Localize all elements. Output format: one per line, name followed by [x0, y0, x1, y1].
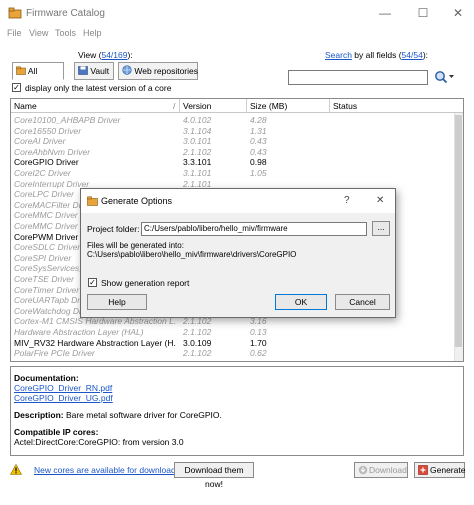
- dialog-app-icon: [87, 196, 98, 206]
- dialog-title: Generate Options: [101, 196, 173, 206]
- project-folder-input[interactable]: C:/Users/pablo/libero/hello_miv/firmware: [141, 222, 367, 236]
- ok-button[interactable]: OK: [275, 294, 327, 310]
- menu-file[interactable]: File: [7, 28, 22, 38]
- table-row[interactable]: Core10100_AHBAPB Driver 4.0.102 4.28: [11, 115, 455, 125]
- warning-icon: [10, 464, 22, 475]
- cell-version: 3.0.109: [183, 337, 212, 348]
- dialog-body: Project folder: C:/Users/pablo/libero/he…: [81, 213, 395, 317]
- table-row[interactable]: CoreI2C Driver 3.1.101 1.05: [11, 168, 455, 178]
- dialog-close-button[interactable]: ✕: [376, 195, 384, 206]
- generate-button[interactable]: Generate: [414, 462, 465, 478]
- show-report-label: Show generation report: [101, 278, 190, 288]
- description-text: Description: Bare metal software driver …: [14, 410, 222, 420]
- cell-version: 4.0.102: [183, 115, 212, 125]
- dialog-help-button[interactable]: ?: [344, 195, 350, 206]
- dialog-help-text-button[interactable]: Help: [87, 294, 147, 310]
- latest-version-checkbox[interactable]: ✓: [12, 83, 21, 92]
- tab-web-repositories[interactable]: Web repositories: [118, 62, 198, 80]
- cell-name: MIV_RV32 Hardware Abstraction Layer (H..…: [14, 337, 176, 348]
- view-count-label: View (54/169):: [78, 50, 133, 60]
- generate-options-dialog: Generate Options ? ✕ Project folder: C:/…: [80, 188, 396, 318]
- doc-link-rn[interactable]: CoreGPIO_Driver_RN.pdf: [14, 383, 112, 393]
- view-count-link[interactable]: 54/169: [101, 50, 127, 60]
- cell-size: 1.05: [250, 168, 267, 178]
- globe-icon: [122, 65, 132, 75]
- doc-link-ug[interactable]: CoreGPIO_Driver_UG.pdf: [14, 393, 113, 403]
- catalog-app-icon: [8, 7, 22, 19]
- menu-help[interactable]: Help: [83, 28, 102, 38]
- compatible-heading: Compatible IP cores:: [14, 427, 99, 437]
- cell-name: CoreI2C Driver: [14, 168, 71, 178]
- tab-all[interactable]: All: [12, 62, 64, 80]
- cell-size: 1.31: [250, 125, 267, 136]
- cancel-button[interactable]: Cancel: [335, 294, 390, 310]
- cell-name: Hardware Abstraction Layer (HAL): [14, 327, 144, 337]
- search-icon[interactable]: [434, 70, 456, 84]
- cell-name: CoreGPIO Driver: [14, 157, 79, 168]
- cell-size: 0.98: [250, 157, 267, 168]
- cell-size: 0.43: [250, 136, 267, 147]
- col-size[interactable]: Size (MB): [250, 101, 287, 111]
- table-row[interactable]: CoreGPIO Driver 3.3.101 0.98: [11, 157, 455, 167]
- search-input[interactable]: [288, 70, 428, 85]
- cell-version: 3.1.104: [183, 125, 212, 136]
- generated-into-path: C:\Users\pablo\libero\hello_miv\firmware…: [87, 250, 297, 259]
- table-scroll-thumb[interactable]: [455, 115, 462, 347]
- cell-size: 1.70: [250, 337, 267, 348]
- table-row[interactable]: CoreAI Driver 3.0.101 0.43: [11, 136, 455, 146]
- compatible-text: Actel:DirectCore:CoreGPIO: from version …: [14, 437, 184, 447]
- cell-size: 0.13: [250, 327, 267, 337]
- browse-button[interactable]: ...: [372, 221, 390, 236]
- maximize-button[interactable]: ☐: [416, 6, 430, 20]
- cell-size: 4.28: [250, 115, 267, 125]
- generated-into-label: Files will be generated into:: [87, 241, 184, 250]
- cell-version: 3.3.101: [183, 157, 212, 168]
- cell-version: 3.1.101: [183, 168, 212, 178]
- col-version[interactable]: Version: [183, 101, 211, 111]
- menu-tools[interactable]: Tools: [55, 28, 76, 38]
- cell-size: 0.62: [250, 348, 267, 359]
- new-cores-link[interactable]: New cores are available for download: [34, 465, 176, 475]
- details-panel: Documentation: CoreGPIO_Driver_RN.pdf Co…: [10, 366, 464, 456]
- latest-version-label: display only the latest version of a cor…: [25, 83, 172, 93]
- sort-indicator: /: [173, 101, 176, 111]
- generate-icon: [418, 465, 428, 475]
- disk-icon: [78, 66, 88, 75]
- table-row[interactable]: CoreAhbNvm Driver 2.1.102 0.43: [11, 147, 455, 157]
- tab-vault[interactable]: Vault: [74, 62, 114, 80]
- search-count-link[interactable]: 54/54: [402, 50, 423, 60]
- menu-view[interactable]: View: [29, 28, 48, 38]
- download-icon: [358, 465, 368, 475]
- cell-version: 2.1.102: [183, 327, 212, 337]
- cell-version: 2.1.102: [183, 348, 212, 359]
- search-link[interactable]: Search: [325, 50, 352, 60]
- download-button[interactable]: Download: [354, 462, 408, 478]
- cell-name: CoreAhbNvm Driver: [14, 146, 91, 157]
- table-row[interactable]: Core16550 Driver 3.1.104 1.31: [11, 126, 455, 136]
- cell-version: 3.0.101: [183, 136, 212, 147]
- cell-name: PolarFire PCIe Driver: [14, 348, 95, 359]
- show-report-checkbox[interactable]: ✓: [88, 278, 97, 287]
- table-header: Name / Version Size (MB) Status: [11, 99, 463, 113]
- download-them-now-button[interactable]: Download them now!: [174, 462, 254, 489]
- title-bar: Firmware Catalog — ☐ ✕: [0, 0, 474, 26]
- col-status[interactable]: Status: [333, 101, 357, 111]
- cell-size: 0.43: [250, 146, 267, 157]
- folder-icon: [16, 66, 26, 75]
- minimize-button[interactable]: —: [378, 6, 392, 20]
- menu-bar: File View Tools Help: [0, 26, 474, 42]
- documentation-heading: Documentation:: [14, 373, 79, 383]
- close-button[interactable]: ✕: [451, 6, 465, 20]
- window-title: Firmware Catalog: [26, 8, 105, 19]
- table-row[interactable]: Hardware Abstraction Layer (HAL) 2.1.102 0…: [11, 327, 455, 337]
- cell-name: Core16550 Driver: [14, 125, 82, 136]
- search-count-label: Search by all fields (54/54):: [325, 50, 429, 60]
- cell-version: 2.1.102: [183, 146, 212, 157]
- cell-name: Core10100_AHBAPB Driver: [14, 115, 121, 125]
- table-row[interactable]: MIV_RV32 Hardware Abstraction Layer (H..…: [11, 338, 455, 348]
- project-folder-label: Project folder:: [87, 224, 140, 234]
- col-name[interactable]: Name: [14, 101, 37, 111]
- table-row[interactable]: PolarFire PCIe Driver 2.1.102 0.62: [11, 348, 455, 358]
- cell-name: CoreAI Driver: [14, 136, 66, 147]
